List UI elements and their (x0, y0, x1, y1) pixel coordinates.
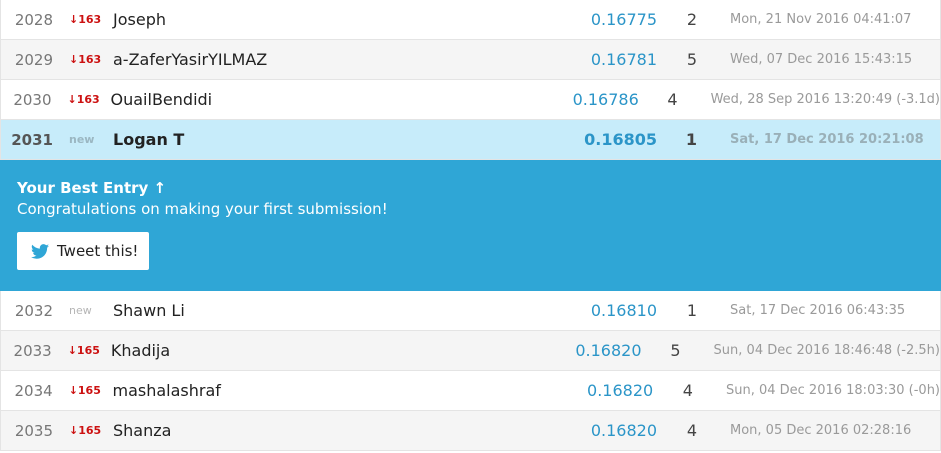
entries-count: 4 (682, 381, 693, 400)
team-name[interactable]: mashalashraf (102, 381, 539, 400)
score: 0.16775 (590, 10, 657, 29)
entries-count: 4 (686, 421, 697, 440)
last-submission: Wed, 28 Sep 2016 13:20:49 (-3.1d) (710, 92, 941, 107)
score: 0.16786 (572, 90, 639, 109)
last-submission: Sun, 04 Dec 2016 18:46:48 (-2.5h) (713, 343, 940, 358)
best-entry-banner: Your Best Entry ↑ Congratulations on mak… (0, 160, 941, 291)
entries-count: 4 (667, 90, 678, 109)
tweet-button[interactable]: Tweet this! (17, 232, 149, 270)
score: 0.16820 (575, 341, 642, 360)
rank: 2029 (14, 50, 53, 69)
last-submission: Sat, 17 Dec 2016 06:43:35 (730, 303, 906, 318)
rank: 2034 (14, 381, 53, 400)
leaderboard-row[interactable]: 2034 ↓165 mashalashraf 0.16820 4 Sun, 04… (0, 371, 941, 411)
rank: 2033 (13, 341, 52, 360)
entries-count: 2 (686, 10, 697, 29)
twitter-bird-icon (31, 243, 49, 259)
team-name[interactable]: Logan T (103, 130, 543, 149)
entries-count: 5 (686, 50, 697, 69)
rank: 2031 (11, 130, 53, 149)
my-leaderboard-row[interactable]: 2031 new Logan T 0.16805 1 Sat, 17 Dec 2… (0, 120, 941, 160)
best-entry-message: Congratulations on making your first sub… (17, 200, 388, 218)
last-submission: Mon, 21 Nov 2016 04:41:07 (730, 12, 912, 27)
leaderboard-row[interactable]: 2028 ↓163 Joseph 0.16775 2 Mon, 21 Nov 2… (0, 0, 941, 40)
leaderboard-row[interactable]: 2032 new Shawn Li 0.16810 1 Sat, 17 Dec … (0, 291, 941, 331)
team-name[interactable]: Khadija (101, 341, 530, 360)
leaderboard-row[interactable]: 2033 ↓165 Khadija 0.16820 5 Sun, 04 Dec … (0, 331, 941, 371)
leaderboard: 2028 ↓163 Joseph 0.16775 2 Mon, 21 Nov 2… (0, 0, 941, 451)
last-submission: Sat, 17 Dec 2016 20:21:08 (730, 132, 924, 147)
rank-change: ↓163 (67, 93, 100, 106)
team-name[interactable]: Shanza (103, 421, 543, 440)
rank-change: ↓165 (68, 384, 101, 397)
score: 0.16810 (590, 301, 657, 320)
score: 0.16820 (587, 381, 654, 400)
score: 0.16805 (584, 130, 657, 149)
leaderboard-row[interactable]: 2030 ↓163 OuailBendidi 0.16786 4 Wed, 28… (0, 80, 941, 120)
entries-count: 1 (685, 130, 697, 149)
rank-change: ↓165 (69, 424, 102, 437)
score: 0.16781 (590, 50, 657, 69)
rank: 2032 (14, 301, 53, 320)
rank-change: new (69, 304, 92, 317)
rank: 2028 (14, 10, 53, 29)
entries-count: 1 (686, 301, 697, 320)
team-name[interactable]: Shawn Li (103, 301, 543, 320)
team-name[interactable]: Joseph (103, 10, 543, 29)
team-name[interactable]: a-ZaferYasirYILMAZ (103, 50, 543, 69)
tweet-button-label: Tweet this! (57, 242, 139, 260)
last-submission: Sun, 04 Dec 2016 18:03:30 (-0h) (725, 383, 941, 398)
team-name[interactable]: OuailBendidi (101, 90, 529, 109)
last-submission: Wed, 07 Dec 2016 15:43:15 (730, 52, 913, 67)
rank: 2030 (13, 90, 52, 109)
rank-change: ↓163 (69, 53, 102, 66)
entries-count: 5 (670, 341, 681, 360)
rank-change: ↓165 (67, 344, 100, 357)
last-submission: Mon, 05 Dec 2016 02:28:16 (730, 423, 912, 438)
leaderboard-row[interactable]: 2029 ↓163 a-ZaferYasirYILMAZ 0.16781 5 W… (0, 40, 941, 80)
leaderboard-row[interactable]: 2035 ↓165 Shanza 0.16820 4 Mon, 05 Dec 2… (0, 411, 941, 451)
rank: 2035 (14, 421, 53, 440)
rank-change: ↓163 (69, 13, 102, 26)
best-entry-title: Your Best Entry ↑ (17, 179, 167, 197)
score: 0.16820 (590, 421, 657, 440)
rank-change: new (69, 133, 95, 146)
